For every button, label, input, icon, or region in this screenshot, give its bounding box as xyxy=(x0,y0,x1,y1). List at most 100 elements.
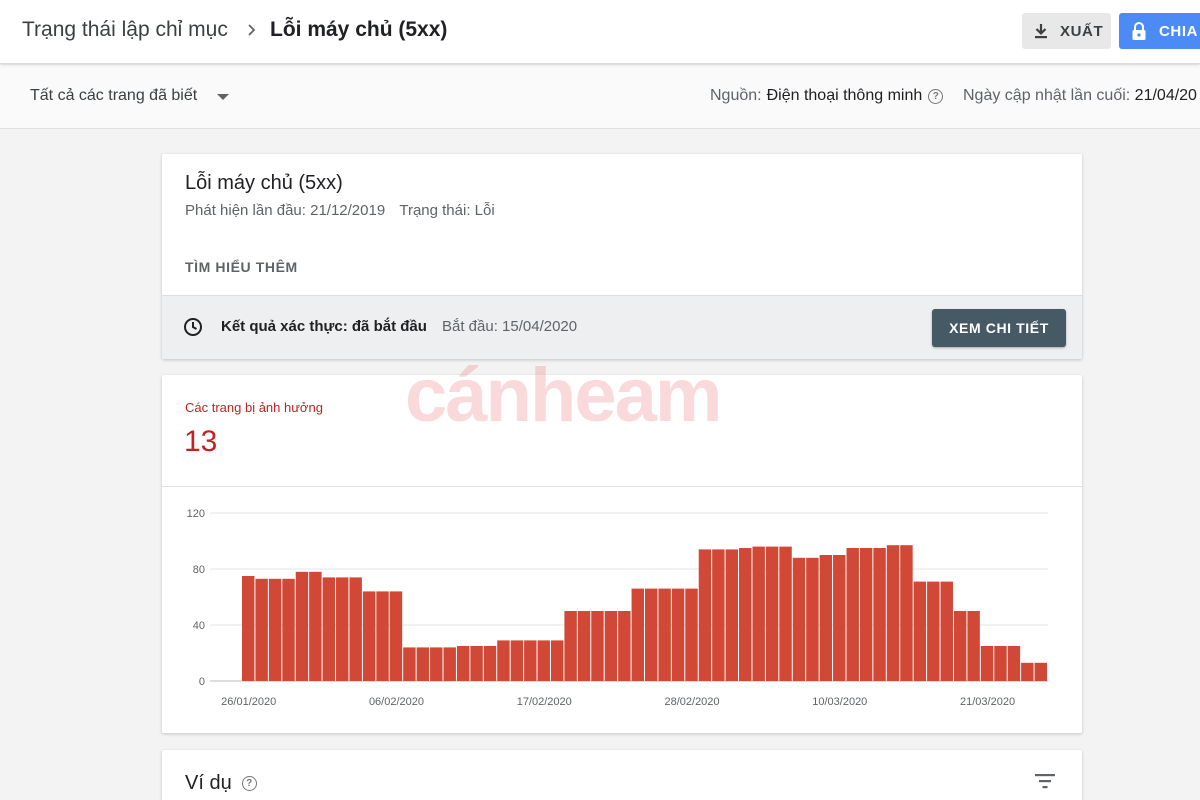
chart-bar[interactable] xyxy=(524,640,537,681)
pages-filter-dropdown[interactable]: Tất cả các trang đã biết xyxy=(30,87,230,105)
affected-pages-label: Các trang bị ảnh hưởng xyxy=(185,400,323,415)
examples-card: Ví dụ ? xyxy=(162,750,1082,800)
chart-bar[interactable] xyxy=(430,647,443,681)
chart-bar[interactable] xyxy=(362,591,376,681)
pages-filter-label: Tất cả các trang đã biết xyxy=(30,87,198,104)
chart-bar[interactable] xyxy=(604,611,618,681)
x-tick-label: 06/02/2020 xyxy=(369,696,424,708)
chart-bar[interactable] xyxy=(927,581,940,681)
chart-bar[interactable] xyxy=(980,646,994,681)
chart-bar[interactable] xyxy=(564,611,577,681)
x-tick-label: 21/03/2020 xyxy=(960,696,1015,708)
chart-bar[interactable] xyxy=(994,646,1007,681)
chart-bar[interactable] xyxy=(752,546,765,681)
chart-bar[interactable] xyxy=(913,581,927,681)
source-value: Điện thoại thông minh xyxy=(766,87,923,104)
chart-bar[interactable] xyxy=(510,640,524,681)
chart-bar[interactable] xyxy=(819,555,833,681)
share-button[interactable]: CHIA xyxy=(1119,13,1200,49)
updated-value: 21/04/20 xyxy=(1134,87,1197,104)
affected-pages-count: 13 xyxy=(184,425,218,458)
chart-bar[interactable] xyxy=(309,571,322,681)
chart-bar[interactable] xyxy=(1034,662,1047,681)
chart-bar[interactable] xyxy=(658,588,671,681)
chart-bar[interactable] xyxy=(295,571,309,681)
chart-bar[interactable] xyxy=(268,578,282,681)
caret-down-icon xyxy=(217,94,230,100)
chart-bar[interactable] xyxy=(698,549,712,681)
chart-bar[interactable] xyxy=(443,647,456,681)
chart-bar[interactable] xyxy=(416,647,430,681)
learn-more-link[interactable]: TÌM HIỂU THÊM xyxy=(185,259,298,275)
chart-bar[interactable] xyxy=(765,546,779,681)
chart-bar[interactable] xyxy=(550,640,564,681)
chart-bar[interactable] xyxy=(739,548,752,681)
chart-bar[interactable] xyxy=(685,588,698,681)
chart-bar[interactable] xyxy=(537,640,550,681)
chart-bar[interactable] xyxy=(403,647,416,681)
issue-meta: Phát hiện lần đầu: 21/12/2019 Trạng thái… xyxy=(185,202,495,219)
chart-bar[interactable] xyxy=(577,611,591,681)
x-tick-label: 26/01/2020 xyxy=(221,696,276,708)
updated-label: Ngày cập nhật lần cuối: xyxy=(963,87,1131,104)
chart-bar[interactable] xyxy=(859,548,873,681)
chart-bar[interactable] xyxy=(497,640,510,681)
chart-bar[interactable] xyxy=(886,545,900,681)
see-details-button[interactable]: XEM CHI TIẾT xyxy=(932,309,1066,347)
chart-bar[interactable] xyxy=(349,577,362,681)
chart-bar[interactable] xyxy=(242,576,255,681)
chart-bar[interactable] xyxy=(483,646,497,681)
top-app-bar: Trạng thái lập chỉ mục Lỗi máy chủ (5xx)… xyxy=(0,0,1200,64)
chart-bar[interactable] xyxy=(873,548,886,681)
export-label: XUẤT xyxy=(1060,22,1104,40)
issue-card: Lỗi máy chủ (5xx) Phát hiện lần đầu: 21/… xyxy=(162,154,1082,359)
x-tick-label: 28/02/2020 xyxy=(664,696,719,708)
help-icon[interactable]: ? xyxy=(928,88,944,104)
chart-bar[interactable] xyxy=(456,646,470,681)
chart-bar[interactable] xyxy=(336,577,349,681)
chart-bar[interactable] xyxy=(282,578,295,681)
chart-bar[interactable] xyxy=(940,581,953,681)
chart-bar[interactable] xyxy=(833,555,846,681)
chart-bar[interactable] xyxy=(900,545,913,681)
chart-bar[interactable] xyxy=(322,577,336,681)
validation-status: Kết quả xác thực: đã bắt đầu xyxy=(221,318,427,335)
chart-bar[interactable] xyxy=(618,611,631,681)
chart-bar[interactable] xyxy=(591,611,604,681)
x-tick-label: 10/03/2020 xyxy=(812,696,867,708)
chart-bar[interactable] xyxy=(779,546,792,681)
last-updated: Ngày cập nhật lần cuối: 21/04/20 xyxy=(963,87,1197,105)
chart-bar[interactable] xyxy=(376,591,389,681)
y-tick-label: 120 xyxy=(187,508,205,520)
validation-start: Bắt đầu: 15/04/2020 xyxy=(442,318,578,335)
y-tick-label: 40 xyxy=(193,620,205,632)
chart-bar[interactable] xyxy=(712,549,725,681)
chart-bar[interactable] xyxy=(631,588,644,681)
chart-bar[interactable] xyxy=(645,588,658,681)
chart-bar[interactable] xyxy=(846,548,859,681)
breadcrumb-parent[interactable]: Trạng thái lập chỉ mục xyxy=(22,18,228,42)
help-icon[interactable]: ? xyxy=(241,776,257,791)
chart-bar[interactable] xyxy=(792,557,806,681)
chart-bar[interactable] xyxy=(967,611,980,681)
affected-pages-card: Các trang bị ảnh hưởng 13 0 40 80 120 26/01/… xyxy=(162,375,1082,733)
first-detected: Phát hiện lần đầu: 21/12/2019 xyxy=(185,202,386,219)
filter-icon[interactable] xyxy=(1034,772,1056,790)
filter-bar: Tất cả các trang đã biết Nguồn: Điện tho… xyxy=(0,65,1200,129)
chart-bar[interactable] xyxy=(725,549,739,681)
issue-status: Trạng thái: Lỗi xyxy=(399,202,495,219)
chevron-right-icon xyxy=(248,24,256,36)
chart-bar[interactable] xyxy=(953,611,967,681)
download-icon xyxy=(1035,24,1047,39)
affected-pages-chart[interactable]: 0 40 80 120 26/01/2020 06/02/2020 17/02/2020 28… xyxy=(162,487,1082,733)
chart-bar[interactable] xyxy=(389,591,403,681)
share-label: CHIA xyxy=(1159,22,1199,40)
chart-bar[interactable] xyxy=(1007,646,1021,681)
chart-bar[interactable] xyxy=(671,588,685,681)
chart-bar[interactable] xyxy=(806,557,819,681)
chart-bar[interactable] xyxy=(255,578,268,681)
chart-bar[interactable] xyxy=(1021,662,1034,681)
chart-bar[interactable] xyxy=(470,646,483,681)
source-label: Nguồn: xyxy=(710,87,762,104)
export-button[interactable]: XUẤT xyxy=(1022,13,1111,49)
